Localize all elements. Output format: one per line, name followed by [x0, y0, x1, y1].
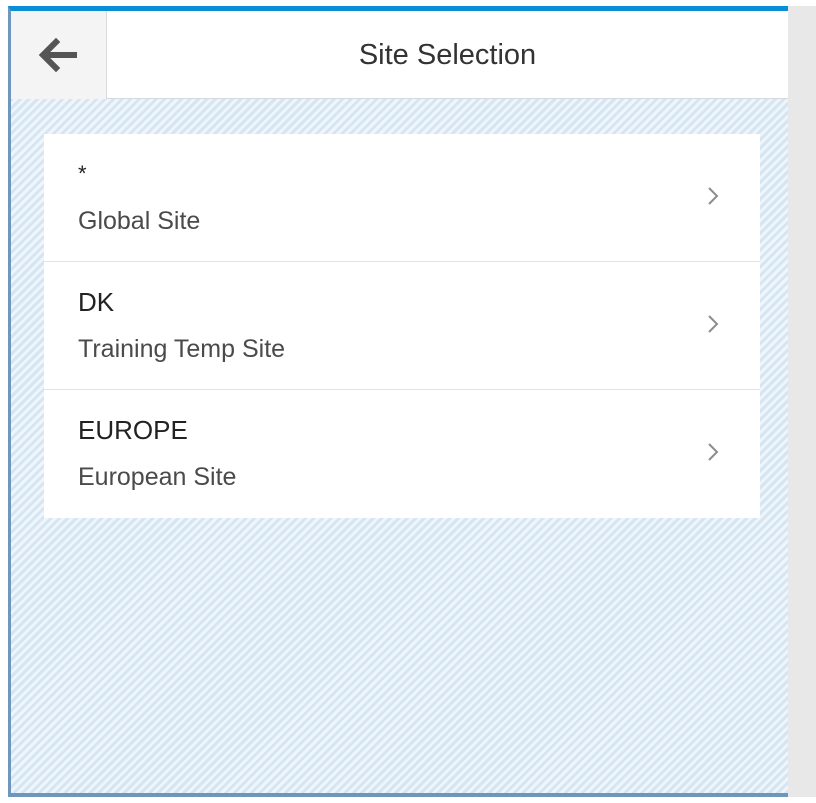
site-selection-window: Site Selection * Global Site DK Training… — [8, 6, 788, 797]
back-button[interactable] — [11, 11, 107, 99]
chevron-right-icon — [704, 184, 722, 208]
site-code: DK — [78, 287, 115, 317]
chevron-right-icon — [704, 312, 722, 336]
site-code: EUROPE — [78, 415, 188, 445]
right-scroll-gutter — [788, 6, 816, 797]
chevron-right-icon — [704, 440, 722, 464]
site-code: * — [78, 161, 87, 186]
site-description: Training Temp Site — [78, 335, 286, 363]
site-list-item-europe[interactable]: EUROPE European Site — [44, 390, 760, 518]
site-list-item-global[interactable]: * Global Site — [44, 134, 760, 262]
page-header: Site Selection — [11, 11, 788, 99]
site-list-item-dk[interactable]: DK Training Temp Site — [44, 262, 760, 390]
arrow-left-icon — [38, 38, 80, 72]
site-description: Global Site — [78, 207, 201, 235]
site-description: European Site — [78, 463, 237, 491]
site-list: * Global Site DK Training Temp Site EURO… — [44, 134, 760, 518]
page-title: Site Selection — [358, 39, 537, 71]
